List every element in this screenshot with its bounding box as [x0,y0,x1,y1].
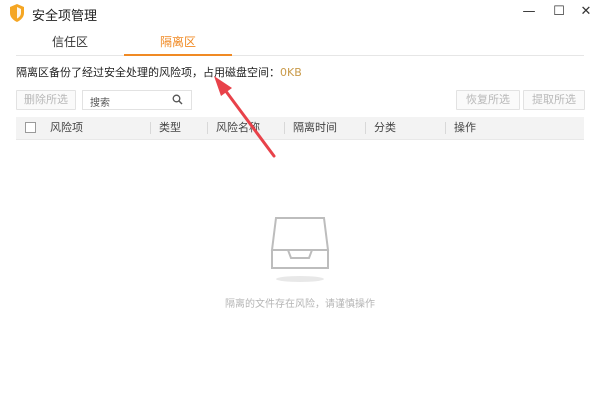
quarantine-info: 隔离区备份了经过安全处理的风险项，占用磁盘空间：0KB [16,64,302,80]
column-actions: 操作 [454,121,476,134]
column-divider[interactable] [284,122,285,134]
tab-bar: 信任区 隔离区 [16,30,584,56]
empty-tray-icon [270,217,330,282]
minimize-button[interactable]: — [518,2,540,22]
table-header: 风险项 类型 风险名称 隔离时间 分类 操作 [16,117,584,140]
restore-selected-button[interactable]: 恢复所选 [456,90,520,110]
search-icon[interactable] [172,94,183,105]
extract-selected-button[interactable]: 提取所选 [523,90,585,110]
column-risk-item: 风险项 [50,121,83,134]
tab-quarantine-zone[interactable]: 隔离区 [124,30,232,56]
close-button[interactable]: ✕ [575,2,597,22]
maximize-button[interactable]: ☐ [548,2,570,22]
column-divider[interactable] [150,122,151,134]
delete-selected-button[interactable]: 删除所选 [16,90,76,110]
column-category: 分类 [374,121,396,134]
shield-icon [10,4,24,22]
column-quarantine-time: 隔离时间 [293,121,337,134]
search-input[interactable] [88,94,172,113]
title-bar: 安全项管理 — ☐ ✕ [0,0,600,26]
disk-usage-value: 0KB [280,66,302,79]
quarantine-info-text: 隔离区备份了经过安全处理的风险项，占用磁盘空间： [16,66,280,79]
empty-state-message: 隔离的文件存在风险，请谨慎操作 [225,299,375,310]
column-type: 类型 [159,121,181,134]
tab-trust-zone[interactable]: 信任区 [16,30,124,54]
column-divider[interactable] [365,122,366,134]
select-all-checkbox[interactable] [25,122,36,133]
column-risk-name: 风险名称 [216,121,260,134]
window-title: 安全项管理 [32,9,98,24]
annotation-arrow [214,76,276,158]
column-divider[interactable] [207,122,208,134]
column-divider[interactable] [445,122,446,134]
search-box [82,90,192,113]
